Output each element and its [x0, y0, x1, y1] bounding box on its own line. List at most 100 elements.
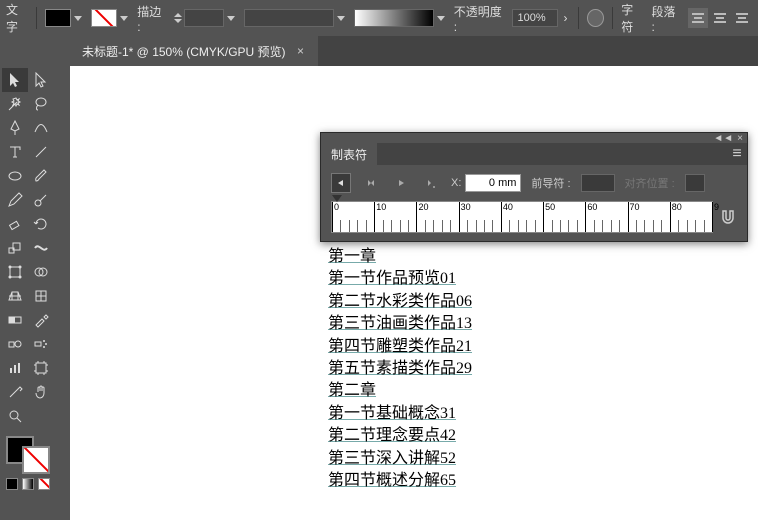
stroke-color-combo[interactable]: [91, 9, 129, 27]
ruler-ticks: 010203040506070809: [332, 202, 712, 232]
none-button[interactable]: [38, 478, 50, 490]
stroke-weight-combo[interactable]: [174, 9, 236, 27]
ruler-label: 80: [672, 202, 682, 212]
text-frame[interactable]: 第一章 第一节作品预览01 第二节水彩类作品06 第三节油画类作品13 第四节雕…: [328, 246, 538, 492]
chevron-down-icon: [436, 9, 446, 27]
align-to-input[interactable]: [685, 174, 705, 192]
stroke-weight-label: 描边 :: [137, 3, 165, 34]
align-to-label: 对齐位置 :: [625, 175, 675, 191]
chevron-down-icon: [226, 9, 236, 27]
text-line: 第二节水彩类作品06: [328, 291, 538, 313]
fill-color-combo[interactable]: [45, 9, 83, 27]
zoom-tool[interactable]: [2, 404, 28, 428]
eraser-tool[interactable]: [2, 212, 28, 236]
solid-color-button[interactable]: [6, 478, 18, 490]
pencil-tool[interactable]: [2, 188, 28, 212]
panel-header[interactable]: ◄◄ ×: [321, 133, 747, 143]
lasso-tool[interactable]: [28, 92, 54, 116]
first-line-indent-marker[interactable]: [332, 195, 342, 202]
ruler-label: 40: [503, 202, 513, 212]
toolbox: [0, 66, 56, 494]
ruler-label: 70: [630, 202, 640, 212]
divider: [612, 7, 613, 29]
slice-tool[interactable]: [2, 380, 28, 404]
tab-decimal-align-button[interactable]: [421, 173, 441, 193]
hand-tool[interactable]: [28, 380, 54, 404]
mesh-tool[interactable]: [28, 284, 54, 308]
character-panel-link[interactable]: 字符: [621, 1, 643, 35]
ruler-label: 50: [545, 202, 555, 212]
gradient-tool[interactable]: [2, 308, 28, 332]
ruler-label: 10: [376, 202, 386, 212]
line-segment-tool[interactable]: [28, 140, 54, 164]
blend-tool[interactable]: [2, 332, 28, 356]
text-line: 第一节作品预览01: [328, 268, 538, 290]
gradient-combo-wrap[interactable]: [354, 9, 446, 27]
chevron-down-icon: [336, 9, 346, 27]
opacity-label: 不透明度 :: [454, 3, 505, 34]
document-tab-title: 未标题-1* @ 150% (CMYK/GPU 预览): [82, 43, 286, 60]
pen-tool[interactable]: [2, 116, 28, 140]
ellipse-tool[interactable]: [2, 164, 28, 188]
divider: [36, 7, 37, 29]
paragraph-panel-link[interactable]: 段落 :: [651, 3, 679, 34]
close-icon[interactable]: ×: [296, 46, 306, 56]
stroke-none-swatch: [91, 9, 117, 27]
width-tool[interactable]: [28, 236, 54, 260]
fill-stroke-swatches[interactable]: [2, 432, 54, 476]
text-line: 第二章: [328, 380, 538, 402]
type-tool[interactable]: [2, 140, 28, 164]
align-center-button[interactable]: [710, 8, 730, 28]
paintbrush-tool[interactable]: [28, 164, 54, 188]
gradient-button[interactable]: [22, 478, 34, 490]
x-position-input[interactable]: [465, 174, 521, 192]
tabs-panel[interactable]: ◄◄ × 制表符 ≡ X: 前导符 : 对齐位置 : 0102030405060…: [320, 132, 748, 242]
ruler-label: 60: [587, 202, 597, 212]
tab-center-align-button[interactable]: [361, 173, 381, 193]
panel-menu-icon[interactable]: ≡: [727, 143, 747, 165]
shape-builder-tool[interactable]: [28, 260, 54, 284]
panel-tab-label: 制表符: [331, 146, 367, 163]
perspective-grid-tool[interactable]: [2, 284, 28, 308]
snap-icon[interactable]: [719, 208, 737, 226]
scale-tool[interactable]: [2, 236, 28, 260]
fill-color-swatch: [45, 9, 71, 27]
curvature-tool[interactable]: [28, 116, 54, 140]
panel-body: X: 前导符 : 对齐位置 : 010203040506070809: [321, 165, 747, 241]
artboard-tool[interactable]: [28, 356, 54, 380]
text-line: 第一节基础概念31: [328, 403, 538, 425]
tab-align-controls: X: 前导符 : 对齐位置 :: [331, 173, 737, 193]
symbol-sprayer-tool[interactable]: [28, 332, 54, 356]
direct-selection-tool[interactable]: [28, 68, 54, 92]
options-bar: 文字 描边 : 不透明度 : › 字符 段落 :: [0, 0, 758, 36]
tab-left-align-button[interactable]: [331, 173, 351, 193]
leader-label: 前导符 :: [531, 175, 570, 191]
brush-input[interactable]: [244, 9, 334, 27]
opacity-combo[interactable]: ›: [512, 9, 570, 27]
align-left-button[interactable]: [688, 8, 708, 28]
rotate-tool[interactable]: [28, 212, 54, 236]
stepper-icon: [174, 13, 182, 23]
eyedropper-tool[interactable]: [28, 308, 54, 332]
text-line: 第四节雕塑类作品21: [328, 336, 538, 358]
blob-brush-tool[interactable]: [28, 188, 54, 212]
selection-tool[interactable]: [2, 68, 28, 92]
leader-input[interactable]: [581, 174, 615, 192]
column-graph-tool[interactable]: [2, 356, 28, 380]
free-transform-tool[interactable]: [2, 260, 28, 284]
tab-ruler[interactable]: 010203040506070809: [331, 201, 713, 233]
tabs-panel-tab[interactable]: 制表符: [321, 143, 377, 165]
text-line: 第四节概述分解65: [328, 470, 538, 492]
close-icon[interactable]: ×: [737, 133, 743, 144]
magic-wand-tool[interactable]: [2, 92, 28, 116]
active-tool-label: 文字: [6, 1, 28, 35]
document-tab[interactable]: 未标题-1* @ 150% (CMYK/GPU 预览) ×: [70, 36, 318, 66]
align-right-button[interactable]: [732, 8, 752, 28]
tab-right-align-button[interactable]: [391, 173, 411, 193]
stroke-weight-input[interactable]: [184, 9, 224, 27]
opacity-input[interactable]: [512, 9, 558, 27]
globe-icon[interactable]: [587, 9, 604, 27]
stroke-swatch[interactable]: [22, 446, 50, 474]
collapse-icon[interactable]: ◄◄: [713, 133, 733, 144]
brush-combo[interactable]: [244, 9, 346, 27]
